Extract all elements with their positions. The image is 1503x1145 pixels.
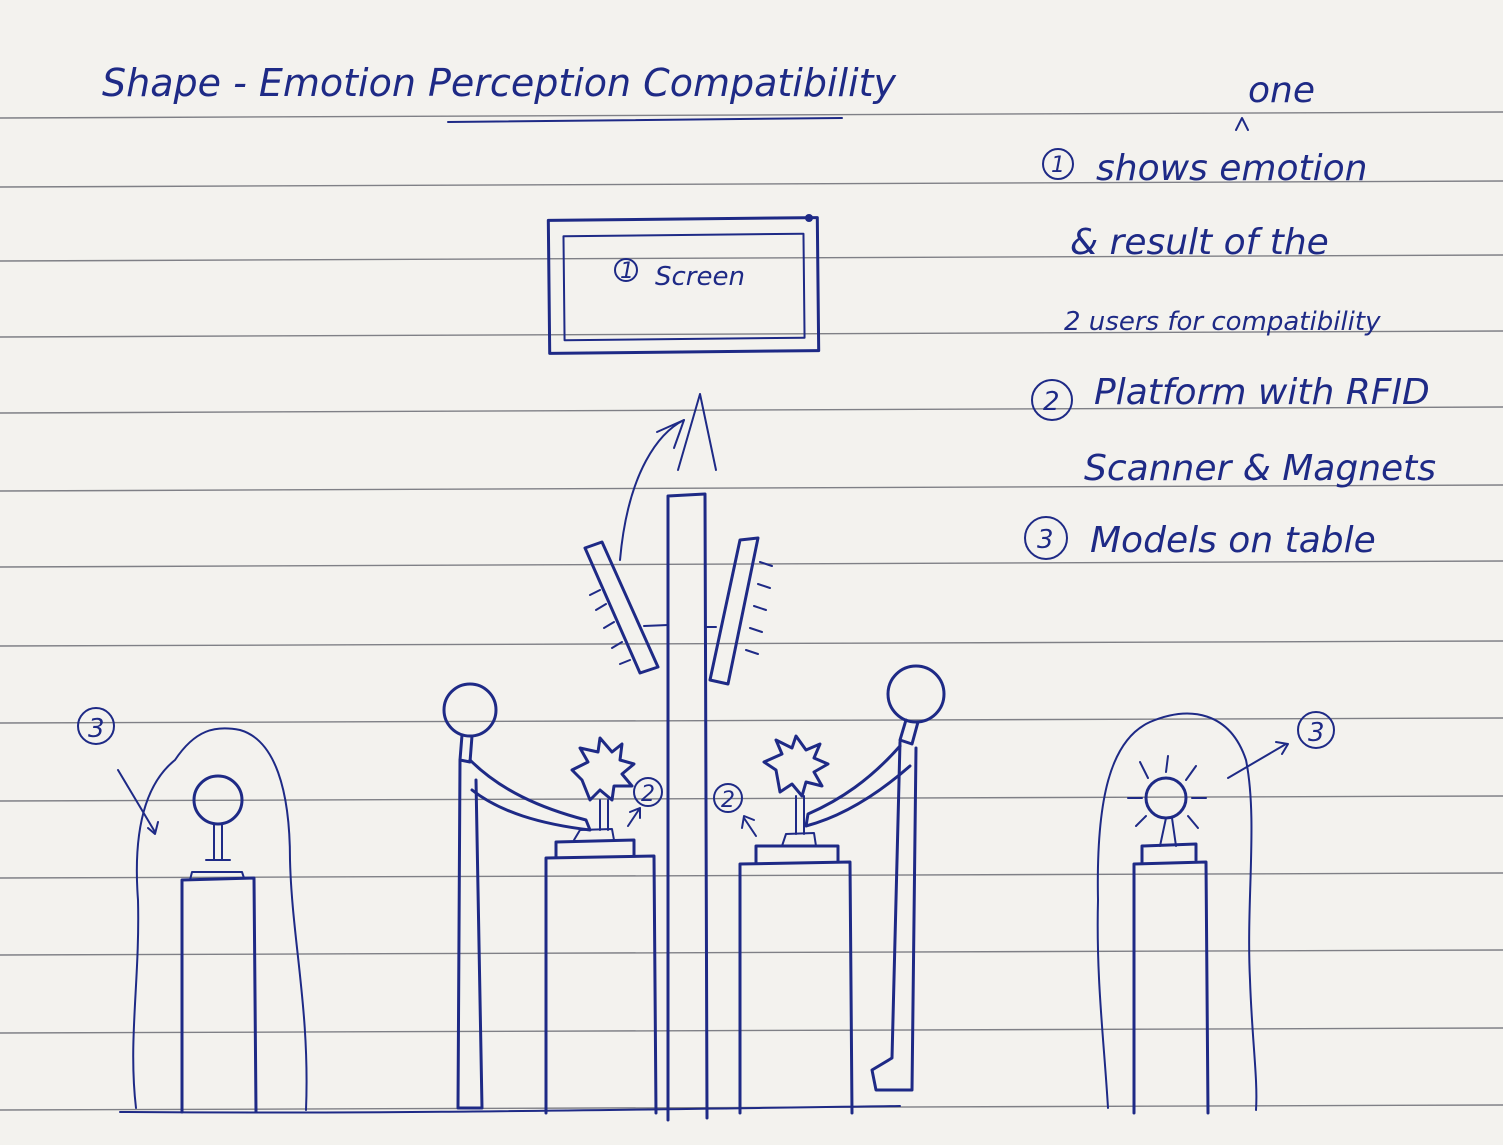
platform-right: 2: [713, 734, 854, 1115]
platform-left: 2: [544, 736, 663, 1115]
platform-marker-left: 2: [641, 782, 655, 807]
model-spiky-right: [762, 734, 830, 798]
insert-caret: [1235, 117, 1249, 131]
swing-arm-right: [708, 536, 760, 686]
central-pole: [583, 393, 773, 1122]
user-right: [804, 664, 946, 1092]
legend-notes: one 1 shows emotion & result of the 2 us…: [1024, 70, 1436, 561]
model-marker-left: 3: [88, 714, 105, 744]
legend-marker-3: 3: [1037, 525, 1054, 555]
legend-marker-1: 1: [1051, 153, 1065, 178]
model-spiky-left: [570, 736, 636, 802]
screen-label: Screen: [655, 262, 745, 292]
title-underline: [447, 117, 843, 123]
legend-item3-line1: Models on table: [1090, 520, 1376, 561]
pedestal-right-far: 3: [1096, 711, 1335, 1115]
platform-marker-right: 2: [721, 788, 735, 813]
model-sun-right: [1144, 776, 1188, 820]
legend-item1-line2: & result of the: [1070, 222, 1329, 263]
screen-marker-number: 1: [620, 259, 634, 284]
display-dome-right: [1096, 712, 1258, 1111]
legend-item2-line2: Scanner & Magnets: [1084, 448, 1436, 489]
legend-item1-line1: shows emotion: [1096, 148, 1367, 189]
model-marker-right: 3: [1308, 718, 1325, 748]
pedestal-left-far: 3: [77, 707, 308, 1114]
legend-insert-word: one: [1248, 70, 1315, 111]
up-arrow-curve: [619, 419, 685, 561]
legend-item2-line1: Platform with RFID: [1094, 372, 1430, 413]
legend-item1-line3: 2 users for compatibility: [1064, 307, 1381, 337]
legend-marker-2: 2: [1043, 387, 1060, 417]
up-arrow-head: [677, 393, 717, 471]
user-left: [442, 682, 592, 1110]
concept-sketch: Shape - Emotion Perception Compatibility…: [0, 61, 1503, 1122]
sketch-title: Shape - Emotion Perception Compatibility: [102, 61, 897, 105]
display-screen: 1 Screen: [546, 214, 821, 355]
notebook-page: Shape - Emotion Perception Compatibility…: [0, 0, 1503, 1145]
swing-arm-left: [583, 540, 660, 675]
display-dome-left: [132, 727, 308, 1111]
